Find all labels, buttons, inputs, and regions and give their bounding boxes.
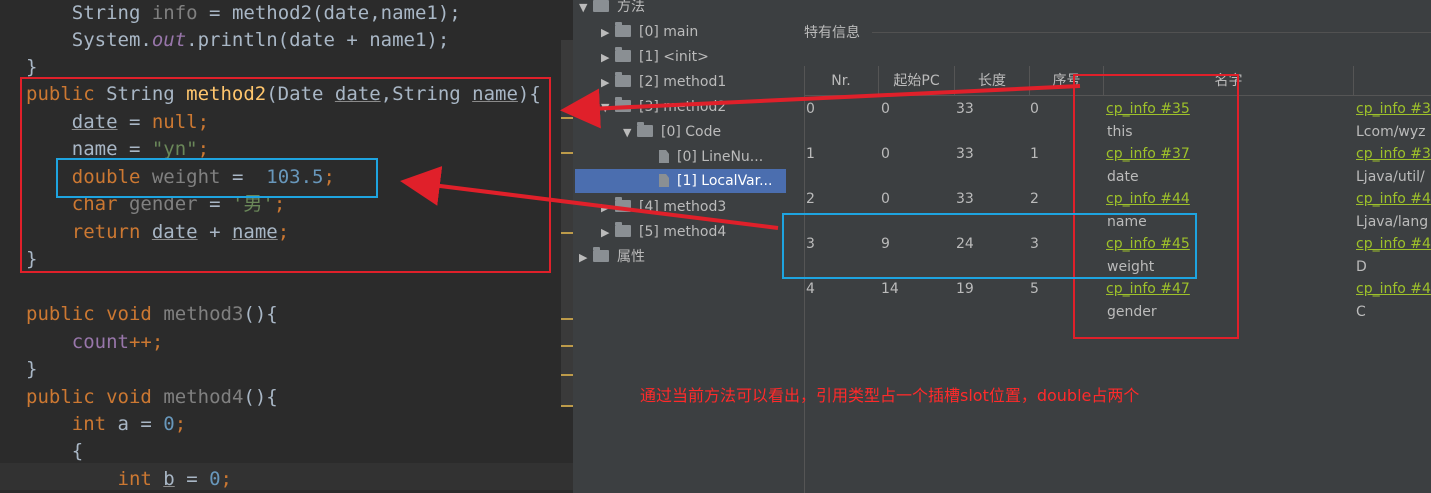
arrow-to-double-weight [400,166,779,230]
annotation-note: 通过当前方法可以看出，引用类型占一个插槽slot位置，double占两个 [640,386,1140,405]
annotation-arrows [400,84,1081,230]
arrow-to-method2 [560,84,1081,129]
